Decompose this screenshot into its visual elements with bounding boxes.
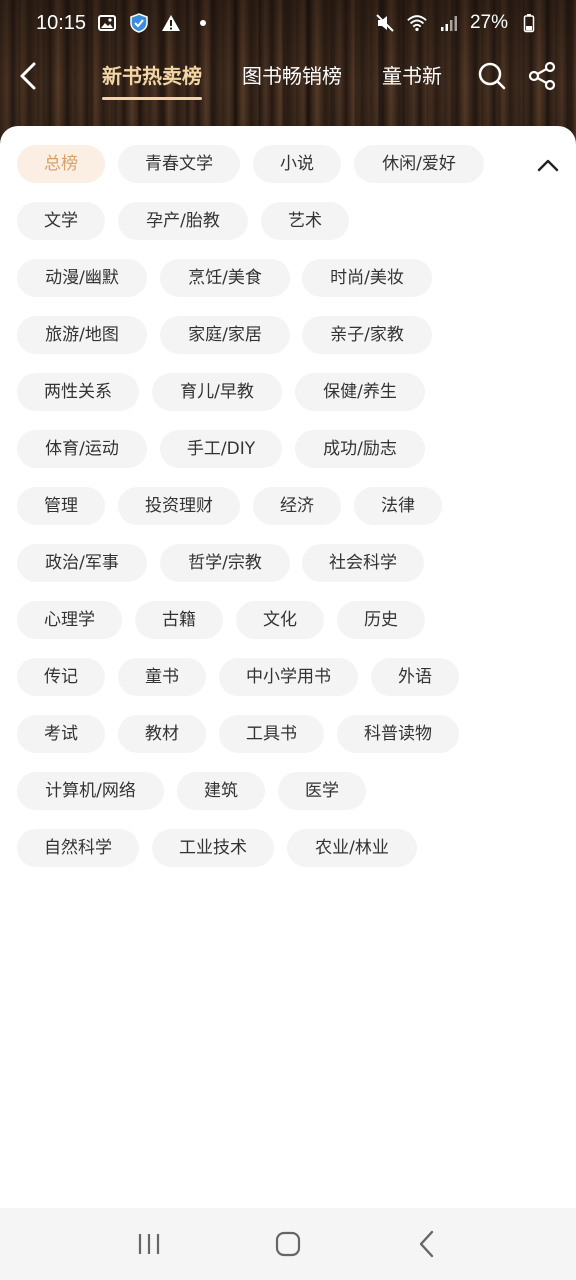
category-tag[interactable]: 社会科学 xyxy=(302,544,424,582)
status-bar: 10:15 27% xyxy=(0,0,576,46)
category-tag[interactable]: 心理学 xyxy=(17,601,122,639)
category-tag[interactable]: 投资理财 xyxy=(118,487,240,525)
category-tag[interactable]: 经济 xyxy=(253,487,341,525)
category-tag[interactable]: 管理 xyxy=(17,487,105,525)
category-tag[interactable]: 建筑 xyxy=(177,772,265,810)
share-icon xyxy=(528,61,556,91)
category-tag[interactable]: 两性关系 xyxy=(17,373,139,411)
category-tag[interactable]: 古籍 xyxy=(135,601,223,639)
tab-children-new[interactable]: 童书新 xyxy=(382,50,442,102)
system-navigation-bar xyxy=(0,1208,576,1280)
gallery-icon xyxy=(96,12,118,34)
recent-apps-icon xyxy=(139,1234,160,1254)
category-tag[interactable]: 旅游/地图 xyxy=(17,316,147,354)
category-tag-all[interactable]: 总榜 xyxy=(17,145,105,183)
mute-icon xyxy=(374,12,396,34)
category-tag[interactable]: 传记 xyxy=(17,658,105,696)
category-panel: 总榜 青春文学 小说 休闲/爱好 文学 孕产/胎教 艺术 动漫/幽默 烹饪/美食… xyxy=(0,126,576,1208)
search-button[interactable] xyxy=(474,58,510,94)
category-tag[interactable]: 小说 xyxy=(253,145,341,183)
ranking-tabs: 新书热卖榜 图书畅销榜 童书新 xyxy=(90,50,460,102)
signal-icon xyxy=(438,12,460,34)
battery-percent: 27% xyxy=(469,12,508,33)
system-back-button[interactable] xyxy=(403,1220,451,1268)
category-tag[interactable]: 文学 xyxy=(17,202,105,240)
share-button[interactable] xyxy=(524,58,560,94)
search-icon xyxy=(478,62,506,90)
category-tag[interactable]: 法律 xyxy=(354,487,442,525)
battery-icon xyxy=(518,12,540,34)
shield-icon xyxy=(128,12,150,34)
status-time: 10:15 xyxy=(36,11,87,34)
category-tag[interactable]: 烹饪/美食 xyxy=(160,259,290,297)
home-icon xyxy=(275,1231,301,1257)
category-tag[interactable]: 动漫/幽默 xyxy=(17,259,147,297)
category-tag[interactable]: 中小学用书 xyxy=(219,658,358,696)
category-tag[interactable]: 工具书 xyxy=(219,715,324,753)
tab-book-bestseller[interactable]: 图书畅销榜 xyxy=(242,50,342,102)
notification-dot-icon xyxy=(192,12,214,34)
category-tag[interactable]: 计算机/网络 xyxy=(17,772,164,810)
chevron-left-icon xyxy=(20,62,36,90)
category-tag[interactable]: 医学 xyxy=(278,772,366,810)
category-tag[interactable]: 历史 xyxy=(337,601,425,639)
category-tag[interactable]: 手工/DIY xyxy=(160,430,282,468)
warning-icon xyxy=(160,12,182,34)
collapse-button[interactable] xyxy=(530,150,566,180)
category-tag[interactable]: 育儿/早教 xyxy=(152,373,282,411)
category-tag[interactable]: 农业/林业 xyxy=(287,829,417,867)
category-tag[interactable]: 亲子/家教 xyxy=(302,316,432,354)
category-tag[interactable]: 童书 xyxy=(118,658,206,696)
tab-new-book-hot[interactable]: 新书热卖榜 xyxy=(102,50,202,102)
back-button[interactable] xyxy=(10,56,46,96)
home-button[interactable] xyxy=(264,1220,312,1268)
category-tag[interactable]: 工业技术 xyxy=(152,829,274,867)
top-nav: 新书热卖榜 图书畅销榜 童书新 xyxy=(0,50,576,102)
category-tag[interactable]: 青春文学 xyxy=(118,145,240,183)
category-tag[interactable]: 考试 xyxy=(17,715,105,753)
category-tag[interactable]: 体育/运动 xyxy=(17,430,147,468)
recent-apps-button[interactable] xyxy=(125,1220,173,1268)
category-tag[interactable]: 教材 xyxy=(118,715,206,753)
wifi-icon xyxy=(406,12,428,34)
category-tag[interactable]: 科普读物 xyxy=(337,715,459,753)
category-tag[interactable]: 成功/励志 xyxy=(295,430,425,468)
category-tag[interactable]: 休闲/爱好 xyxy=(354,145,484,183)
category-tag[interactable]: 自然科学 xyxy=(17,829,139,867)
category-tag[interactable]: 哲学/宗教 xyxy=(160,544,290,582)
category-tag[interactable]: 文化 xyxy=(236,601,324,639)
category-tag[interactable]: 艺术 xyxy=(261,202,349,240)
category-tag[interactable]: 孕产/胎教 xyxy=(118,202,248,240)
category-tag[interactable]: 政治/军事 xyxy=(17,544,147,582)
chevron-up-icon xyxy=(537,159,559,172)
category-tag[interactable]: 时尚/美妆 xyxy=(302,259,432,297)
back-arrow-icon xyxy=(419,1230,433,1258)
category-tag[interactable]: 保健/养生 xyxy=(295,373,425,411)
category-tag[interactable]: 外语 xyxy=(371,658,459,696)
category-tag[interactable]: 家庭/家居 xyxy=(160,316,290,354)
